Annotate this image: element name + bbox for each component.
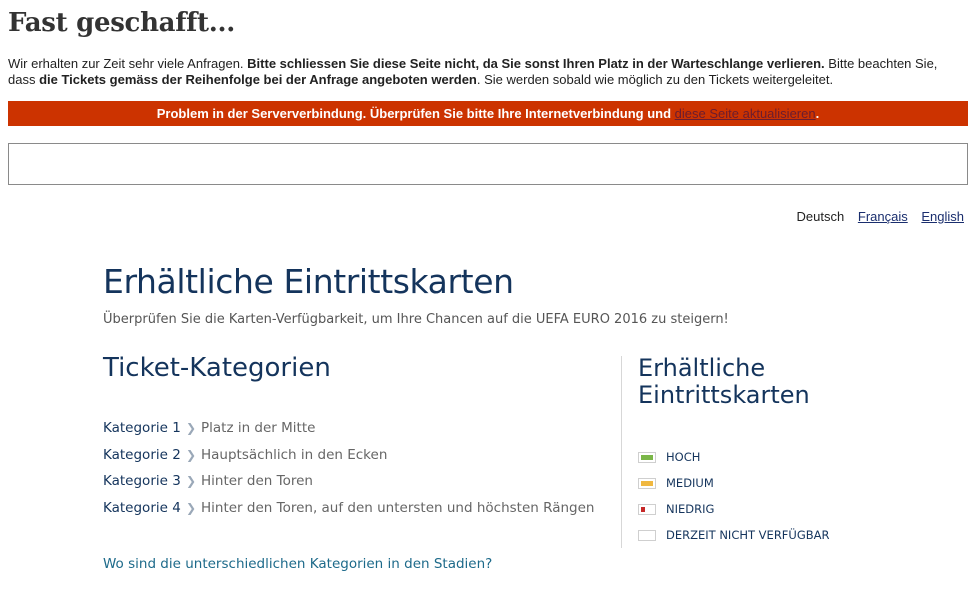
chevron-right-icon: ❯: [185, 447, 197, 462]
category-description: Hinter den Toren: [201, 473, 313, 489]
queue-status-box: [8, 143, 968, 185]
category-name: Kategorie 3: [103, 473, 181, 489]
list-item: Kategorie 3 ❯ Hinter den Toren: [103, 472, 594, 499]
notice-part-1: Wir erhalten zur Zeit sehr viele Anfrage…: [8, 56, 248, 71]
server-error-banner: Problem in der Serververbindung. Überprü…: [8, 101, 968, 126]
chevron-right-icon: ❯: [185, 421, 197, 435]
reload-page-link[interactable]: diese Seite aktualisieren: [675, 106, 816, 121]
category-description: Hinter den Toren, auf den untersten und …: [201, 499, 595, 516]
legend-item-low: NIEDRIG: [638, 500, 830, 526]
category-name: Kategorie 2: [103, 446, 181, 463]
language-switcher: Deutsch Français English: [787, 209, 964, 224]
language-link-english[interactable]: English: [921, 209, 964, 224]
list-item: Kategorie 1 ❯ Platz in der Mitte: [103, 419, 594, 446]
swatch-fill: [641, 481, 653, 486]
legend-label: HOCH: [666, 450, 701, 464]
category-name: Kategorie 1: [103, 420, 181, 436]
availability-swatch-icon: [638, 478, 656, 489]
availability-swatch-icon: [638, 504, 656, 515]
category-list: Kategorie 1 ❯ Platz in der Mitte Kategorie…: [103, 419, 594, 525]
availability-heading-line-1: Erhältliche: [638, 354, 766, 382]
swatch-fill: [641, 507, 646, 512]
list-item: Kategorie 2 ❯ Hauptsächlich in den Ecken: [103, 446, 594, 473]
legend-item-unavailable: DERZEIT NICHT VERFÜGBAR: [638, 526, 830, 552]
tickets-heading: Erhältliche Eintrittskarten: [103, 262, 514, 301]
error-message: Problem in der Serververbindung. Überprü…: [156, 106, 675, 121]
legend-label: DERZEIT NICHT VERFÜGBAR: [666, 528, 830, 542]
tickets-subtitle: Überprüfen Sie die Karten-Verfügbarkeit,…: [103, 312, 729, 327]
notice-part-4: die Tickets gemäss der Reihenfolge bei d…: [39, 72, 477, 87]
legend-label: NIEDRIG: [666, 502, 715, 516]
swatch-fill: [641, 455, 653, 460]
category-name: Kategorie 4: [103, 499, 181, 516]
availability-legend: HOCH MEDIUM NIEDRIG DERZEIT NICHT VERFÜG…: [638, 448, 830, 552]
queue-notice: Wir erhalten zur Zeit sehr viele Anfrage…: [8, 56, 963, 88]
legend-label: MEDIUM: [666, 476, 714, 490]
category-description: Hauptsächlich in den Ecken: [201, 446, 388, 463]
category-description: Platz in der Mitte: [201, 420, 316, 436]
availability-swatch-icon: [638, 452, 656, 463]
notice-part-2: Bitte schliessen Sie diese Seite nicht, …: [247, 56, 825, 71]
legend-item-high: HOCH: [638, 448, 830, 474]
availability-swatch-icon: [638, 530, 656, 541]
categories-heading: Ticket-Kategorien: [103, 353, 331, 383]
availability-heading: Erhältliche Eintrittskarten: [638, 355, 938, 409]
stadium-categories-link[interactable]: Wo sind die unterschiedlichen Kategorien…: [103, 556, 492, 572]
chevron-right-icon: ❯: [185, 474, 197, 488]
language-current-german: Deutsch: [796, 209, 845, 224]
availability-heading-line-2: Eintrittskarten: [638, 381, 810, 409]
list-item: Kategorie 4 ❯ Hinter den Toren, auf den un…: [103, 499, 594, 526]
language-link-french[interactable]: Français: [858, 209, 908, 224]
legend-item-medium: MEDIUM: [638, 474, 830, 500]
error-suffix: .: [815, 106, 820, 121]
notice-part-5: . Sie werden sobald wie möglich zu den T…: [476, 72, 834, 87]
chevron-right-icon: ❯: [185, 500, 197, 515]
column-divider: [621, 356, 622, 548]
page-title: Fast geschafft...: [8, 8, 235, 38]
